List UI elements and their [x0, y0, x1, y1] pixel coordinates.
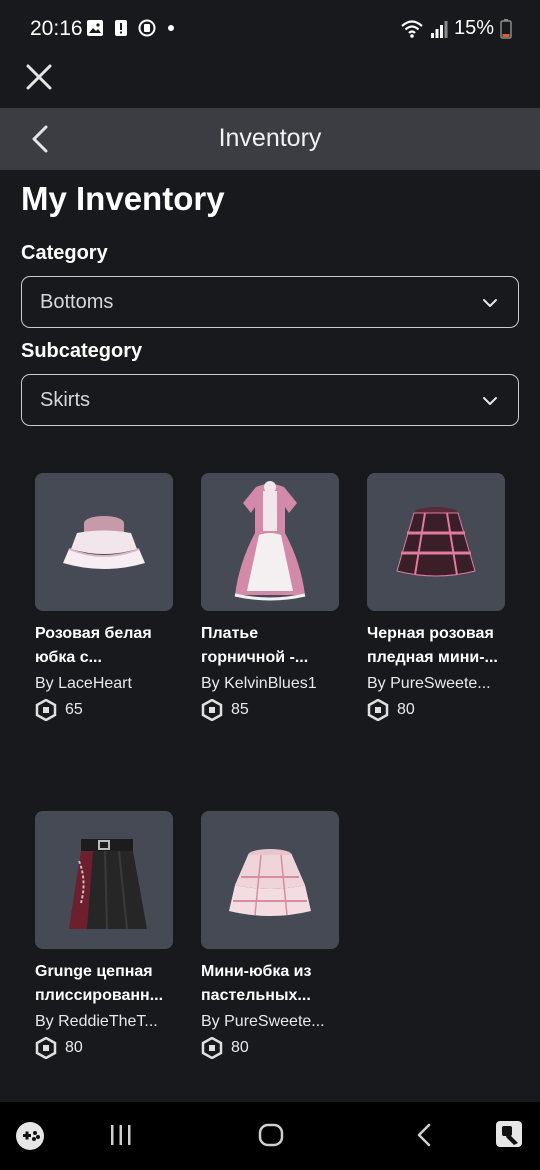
- inventory-item[interactable]: Черная розовая пледная мини-... By PureS…: [367, 473, 517, 721]
- item-name: Черная розовая пледная мини-...: [367, 625, 498, 666]
- item-price: 65: [35, 699, 185, 721]
- item-price: 80: [367, 699, 517, 721]
- robux-icon: [35, 1037, 57, 1059]
- item-name: Розовая белая юбка с...: [35, 625, 152, 666]
- item-price-value: 85: [231, 701, 249, 718]
- item-name: Grunge цепная плиссированн...: [35, 963, 164, 1004]
- item-creator[interactable]: By ReddieTheT...: [35, 1013, 175, 1031]
- robux-icon: [201, 699, 223, 721]
- back-icon[interactable]: [412, 1122, 438, 1148]
- status-time: 20:16: [30, 17, 83, 40]
- close-icon[interactable]: [24, 62, 54, 92]
- item-creator[interactable]: By LaceHeart: [35, 675, 175, 693]
- inventory-item[interactable]: Платье горничной -... By KelvinBlues1 85: [201, 473, 351, 721]
- item-thumbnail[interactable]: [35, 811, 173, 949]
- item-name: Мини-юбка из пастельных...: [201, 963, 312, 1004]
- subcategory-value: Skirts: [40, 389, 90, 411]
- item-price-value: 80: [65, 1039, 83, 1056]
- item-creator[interactable]: By PureSweete...: [201, 1013, 341, 1031]
- home-icon[interactable]: [258, 1122, 284, 1148]
- wifi-icon: [401, 19, 423, 38]
- header-title: Inventory: [218, 124, 322, 152]
- item-price: 85: [201, 699, 351, 721]
- chevron-down-icon: [483, 299, 497, 307]
- robux-icon: [35, 699, 57, 721]
- item-name: Платье горничной -...: [201, 625, 309, 666]
- category-value: Bottoms: [40, 291, 114, 313]
- system-nav-bar: [0, 1102, 540, 1170]
- page-title: My Inventory: [21, 180, 225, 217]
- item-price: 80: [35, 1037, 185, 1059]
- item-price-value: 80: [397, 701, 415, 718]
- signal-icon: [430, 20, 448, 38]
- item-price: 80: [201, 1037, 351, 1059]
- recents-icon[interactable]: [108, 1122, 134, 1148]
- item-creator[interactable]: By PureSweete...: [367, 675, 507, 693]
- battery-percent: 15%: [453, 17, 494, 39]
- item-thumbnail[interactable]: [367, 473, 505, 611]
- category-label: Category: [21, 242, 108, 264]
- battery-icon: [500, 18, 512, 39]
- item-thumbnail[interactable]: [201, 473, 339, 611]
- app-icon[interactable]: [494, 1119, 524, 1149]
- item-creator[interactable]: By KelvinBlues1: [201, 675, 341, 693]
- robux-icon: [201, 1037, 223, 1059]
- record-icon: [138, 19, 156, 37]
- inventory-item[interactable]: Розовая белая юбка с... By LaceHeart 65: [35, 473, 185, 721]
- game-controller-icon[interactable]: [14, 1120, 46, 1152]
- item-thumbnail[interactable]: [201, 811, 339, 949]
- status-icons-right: 15%: [400, 17, 512, 40]
- status-icons-left: [86, 19, 174, 37]
- chevron-down-icon: [483, 397, 497, 405]
- inventory-header: Inventory: [0, 108, 540, 170]
- item-price-value: 65: [65, 701, 83, 718]
- item-thumbnail[interactable]: [35, 473, 173, 611]
- item-price-value: 80: [231, 1039, 249, 1056]
- status-bar: 20:16 15%: [0, 0, 540, 58]
- notification-dot: [168, 25, 174, 31]
- robux-icon: [367, 699, 389, 721]
- subcategory-label: Subcategory: [21, 340, 143, 362]
- category-select[interactable]: Bottoms: [21, 276, 519, 328]
- inventory-item[interactable]: Grunge цепная плиссированн... By ReddieT…: [35, 811, 185, 1059]
- image-icon: [87, 20, 103, 36]
- inventory-item[interactable]: Мини-юбка из пастельных... By PureSweete…: [201, 811, 351, 1059]
- alert-icon: [115, 20, 127, 36]
- subcategory-select[interactable]: Skirts: [21, 374, 519, 426]
